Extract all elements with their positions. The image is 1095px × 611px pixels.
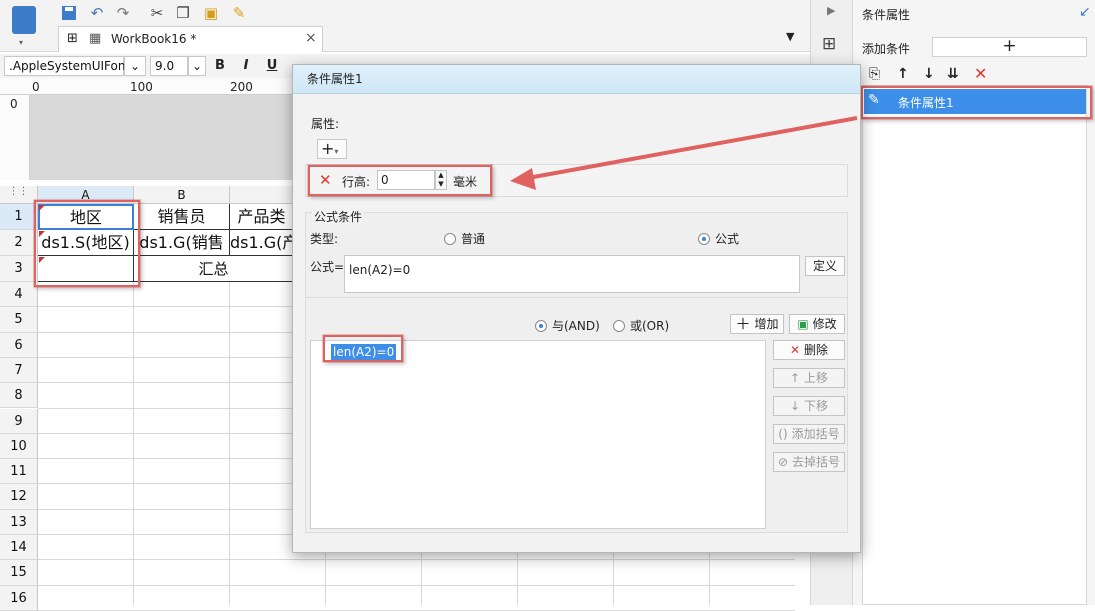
annotation-arrow <box>510 116 858 190</box>
